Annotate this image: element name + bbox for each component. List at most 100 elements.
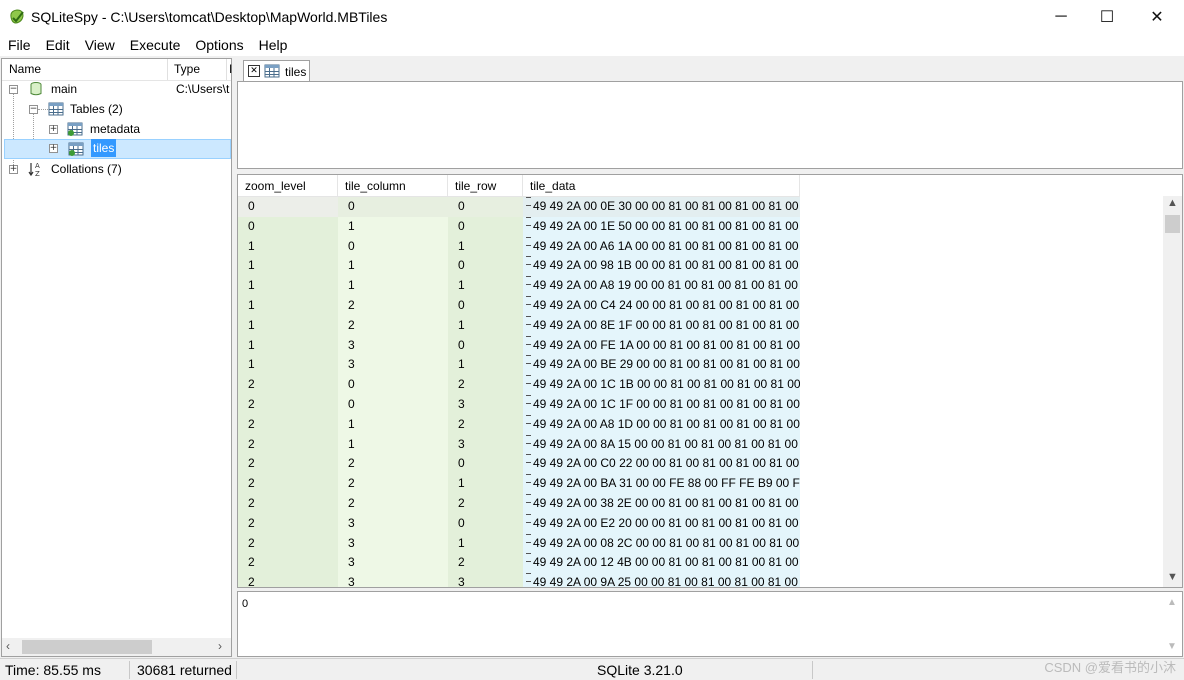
table-row[interactable]: 0 1 0 49 49 2A 00 1E 50 00 00 81 00 81 00 8… [238, 216, 800, 237]
cell-tile-column[interactable]: 0 [338, 197, 448, 217]
tree-item-metadata[interactable]: + metadata [2, 119, 231, 139]
cell-tile-data[interactable]: 49 49 2A 00 98 1B 00 00 81 00 81 00 81 0… [523, 256, 800, 277]
cell-zoom-level[interactable]: 2 [238, 513, 338, 534]
cell-tile-row[interactable]: 1 [448, 315, 523, 336]
tree-horizontal-scrollbar[interactable]: ‹ › [2, 638, 231, 656]
scrollbar-thumb[interactable] [1165, 215, 1180, 233]
cell-tile-data[interactable]: 49 49 2A 00 A6 1A 00 00 81 00 81 00 81 0… [523, 236, 800, 257]
cell-tile-row[interactable]: 0 [448, 335, 523, 356]
cell-value-scrollbar[interactable]: ▲ ▼ [1163, 593, 1182, 656]
maximize-button[interactable]: ☐ [1084, 0, 1130, 34]
cell-value-pane[interactable]: 0 [237, 591, 1183, 657]
cell-tile-column[interactable]: 0 [338, 375, 448, 395]
table-row[interactable]: 2 3 3 49 49 2A 00 9A 25 00 00 81 00 81 00 8… [238, 573, 800, 587]
expand-icon[interactable]: + [49, 125, 58, 134]
cell-tile-data[interactable]: 49 49 2A 00 C0 22 00 00 81 00 81 00 81 0… [523, 454, 800, 475]
menu-file[interactable]: File [0, 35, 38, 55]
cell-tile-column[interactable]: 1 [338, 414, 448, 435]
table-row[interactable]: 2 2 0 49 49 2A 00 C0 22 00 00 81 00 81 00 8… [238, 454, 800, 475]
cell-tile-row[interactable]: 3 [448, 434, 523, 455]
cell-zoom-level[interactable]: 1 [238, 256, 338, 277]
table-row[interactable]: 2 2 1 49 49 2A 00 BA 31 00 00 FE 88 00 FF F… [238, 474, 800, 494]
column-header-tile-column[interactable]: tile_column [338, 175, 448, 197]
cell-tile-column[interactable]: 3 [338, 335, 448, 356]
sql-editor[interactable] [237, 81, 1183, 169]
cell-tile-data[interactable]: 49 49 2A 00 C4 24 00 00 81 00 81 00 81 0… [523, 295, 800, 316]
cell-tile-data[interactable]: 49 49 2A 00 A8 19 00 00 81 00 81 00 81 0… [523, 276, 800, 296]
scroll-up-arrow-icon[interactable]: ▲ [1167, 597, 1177, 608]
cell-tile-data[interactable]: 49 49 2A 00 9A 25 00 00 81 00 81 00 81 0… [523, 573, 800, 587]
tab-tiles[interactable]: ✕ tiles [243, 60, 310, 82]
scroll-right-arrow-icon[interactable]: › [218, 639, 222, 653]
cell-zoom-level[interactable]: 1 [238, 355, 338, 376]
scroll-down-arrow-icon[interactable]: ▼ [1167, 571, 1178, 583]
menu-view[interactable]: View [77, 35, 122, 55]
cell-zoom-level[interactable]: 2 [238, 454, 338, 475]
cell-tile-column[interactable]: 0 [338, 236, 448, 257]
cell-zoom-level[interactable]: 2 [238, 493, 338, 514]
cell-tile-column[interactable]: 2 [338, 295, 448, 316]
cell-tile-data[interactable]: 49 49 2A 00 12 4B 00 00 81 00 81 00 81 0… [523, 553, 800, 574]
cell-tile-column[interactable]: 1 [338, 216, 448, 237]
cell-tile-data[interactable]: 49 49 2A 00 BE 29 00 00 81 00 81 00 81 0… [523, 355, 800, 376]
cell-tile-data[interactable]: 49 49 2A 00 0E 30 00 00 81 00 81 00 81 0… [523, 197, 800, 217]
table-row[interactable]: 1 1 1 49 49 2A 00 A8 19 00 00 81 00 81 00 8… [238, 276, 800, 296]
cell-tile-data[interactable]: 49 49 2A 00 FE 1A 00 00 81 00 81 00 81 0… [523, 335, 800, 356]
column-header-tile-row[interactable]: tile_row [448, 175, 523, 197]
cell-tile-row[interactable]: 0 [448, 197, 523, 217]
cell-zoom-level[interactable]: 2 [238, 375, 338, 395]
cell-tile-row[interactable]: 1 [448, 236, 523, 257]
grid-vertical-scrollbar[interactable]: ▲ ▼ [1163, 196, 1182, 587]
column-header-zoom-level[interactable]: zoom_level [238, 175, 338, 197]
table-row[interactable]: 2 1 2 49 49 2A 00 A8 1D 00 00 81 00 81 00 8… [238, 414, 800, 435]
scroll-left-arrow-icon[interactable]: ‹ [6, 639, 10, 653]
cell-zoom-level[interactable]: 1 [238, 295, 338, 316]
tree-item-tables[interactable]: − Tables (2) [2, 99, 231, 119]
cell-tile-column[interactable]: 3 [338, 355, 448, 376]
table-row[interactable]: 1 3 1 49 49 2A 00 BE 29 00 00 81 00 81 00 8… [238, 355, 800, 376]
cell-tile-row[interactable]: 3 [448, 573, 523, 587]
cell-tile-row[interactable]: 2 [448, 553, 523, 574]
table-row[interactable]: 2 3 0 49 49 2A 00 E2 20 00 00 81 00 81 00 8… [238, 513, 800, 534]
table-row[interactable]: 1 2 1 49 49 2A 00 8E 1F 00 00 81 00 81 00 8… [238, 315, 800, 336]
tree-item-tiles[interactable]: + tiles [4, 139, 231, 159]
cell-tile-row[interactable]: 0 [448, 454, 523, 475]
cell-zoom-level[interactable]: 2 [238, 394, 338, 415]
tree-column-extra[interactable]: I [229, 62, 232, 76]
cell-tile-column[interactable]: 2 [338, 454, 448, 475]
scroll-up-arrow-icon[interactable]: ▲ [1167, 197, 1178, 209]
cell-tile-row[interactable]: 3 [448, 394, 523, 415]
cell-tile-data[interactable]: 49 49 2A 00 38 2E 00 00 81 00 81 00 81 0… [523, 493, 800, 514]
table-row[interactable]: 1 2 0 49 49 2A 00 C4 24 00 00 81 00 81 00 8… [238, 295, 800, 316]
collapse-icon[interactable]: − [29, 105, 38, 114]
cell-tile-row[interactable]: 1 [448, 276, 523, 296]
cell-zoom-level[interactable]: 2 [238, 474, 338, 494]
cell-tile-data[interactable]: 49 49 2A 00 8E 1F 00 00 81 00 81 00 81 0… [523, 315, 800, 336]
menu-options[interactable]: Options [187, 35, 250, 55]
tree-column-type[interactable]: Type [174, 62, 200, 76]
cell-zoom-level[interactable]: 2 [238, 434, 338, 455]
cell-tile-data[interactable]: 49 49 2A 00 8A 15 00 00 81 00 81 00 81 0… [523, 434, 800, 455]
column-divider[interactable] [226, 59, 227, 80]
cell-tile-column[interactable]: 2 [338, 474, 448, 494]
cell-tile-data[interactable]: 49 49 2A 00 1C 1F 00 00 81 00 81 00 81 0… [523, 394, 800, 415]
cell-tile-column[interactable]: 1 [338, 276, 448, 296]
table-row[interactable]: 2 1 3 49 49 2A 00 8A 15 00 00 81 00 81 00 8… [238, 434, 800, 455]
cell-zoom-level[interactable]: 2 [238, 553, 338, 574]
expand-icon[interactable]: + [9, 165, 18, 174]
cell-tile-row[interactable]: 2 [448, 493, 523, 514]
cell-tile-row[interactable]: 1 [448, 533, 523, 554]
cell-tile-row[interactable]: 2 [448, 414, 523, 435]
column-header-tile-data[interactable]: tile_data [523, 175, 800, 197]
cell-tile-column[interactable]: 0 [338, 394, 448, 415]
cell-tile-row[interactable]: 0 [448, 216, 523, 237]
cell-tile-column[interactable]: 3 [338, 513, 448, 534]
cell-zoom-level[interactable]: 1 [238, 335, 338, 356]
cell-tile-row[interactable]: 0 [448, 513, 523, 534]
cell-tile-row[interactable]: 1 [448, 355, 523, 376]
tree-item-collations[interactable]: + AZ Collations (7) [2, 159, 231, 179]
cell-tile-column[interactable]: 3 [338, 553, 448, 574]
cell-zoom-level[interactable]: 2 [238, 533, 338, 554]
table-row[interactable]: 2 3 2 49 49 2A 00 12 4B 00 00 81 00 81 00 8… [238, 553, 800, 574]
minimize-button[interactable]: ─ [1038, 0, 1084, 34]
